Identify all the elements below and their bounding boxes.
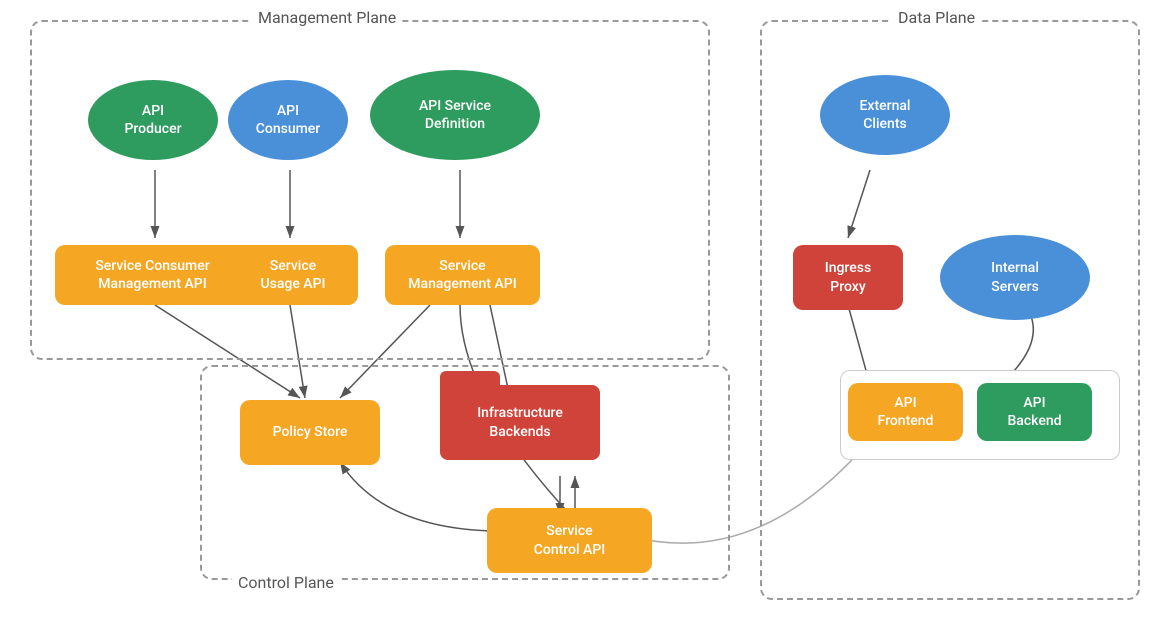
service-usage-label: Service Usage API [260,257,325,293]
infra-backends-label: InfrastructureBackends [440,385,600,460]
api-producer-label: API Producer [124,102,181,138]
service-consumer-mgmt-node: Service Consumer Management API [55,245,250,305]
internal-servers-node: Internal Servers [940,235,1090,320]
policy-store-label: Policy Store [273,423,348,441]
api-backend-label: API Backend [1007,394,1061,430]
policy-store-node: Policy Store [240,400,380,465]
api-producer-node: API Producer [88,80,218,160]
external-clients-node: External Clients [820,75,950,155]
infra-backends-node: InfrastructureBackends [440,385,600,460]
management-plane: Management Plane [30,20,710,360]
service-consumer-mgmt-label: Service Consumer Management API [95,257,209,293]
service-control-label: Service Control API [534,522,605,558]
data-plane-label: Data Plane [892,8,981,27]
management-plane-label: Management Plane [252,8,402,27]
service-usage-node: Service Usage API [228,245,358,305]
service-mgmt-node: Service Management API [385,245,540,305]
api-consumer-node: API Consumer [228,80,348,160]
api-service-def-node: API Service Definition [370,70,540,160]
service-control-node: Service Control API [487,508,652,573]
api-frontend-node: API Frontend [848,383,963,441]
ingress-proxy-node: Ingress Proxy [793,245,903,310]
api-frontend-label: API Frontend [878,394,934,430]
ingress-proxy-label: Ingress Proxy [825,259,871,295]
internal-servers-label: Internal Servers [991,259,1039,295]
folder-tab [440,371,500,385]
api-service-def-label: API Service Definition [419,97,491,133]
api-consumer-label: API Consumer [256,102,321,138]
control-plane-label: Control Plane [232,573,340,592]
external-clients-label: External Clients [860,97,911,133]
data-plane: Data Plane [760,20,1140,600]
diagram-container: Management Plane Data Plane Control Plan… [0,0,1164,619]
api-backend-node: API Backend [977,383,1092,441]
service-mgmt-label: Service Management API [408,257,516,293]
